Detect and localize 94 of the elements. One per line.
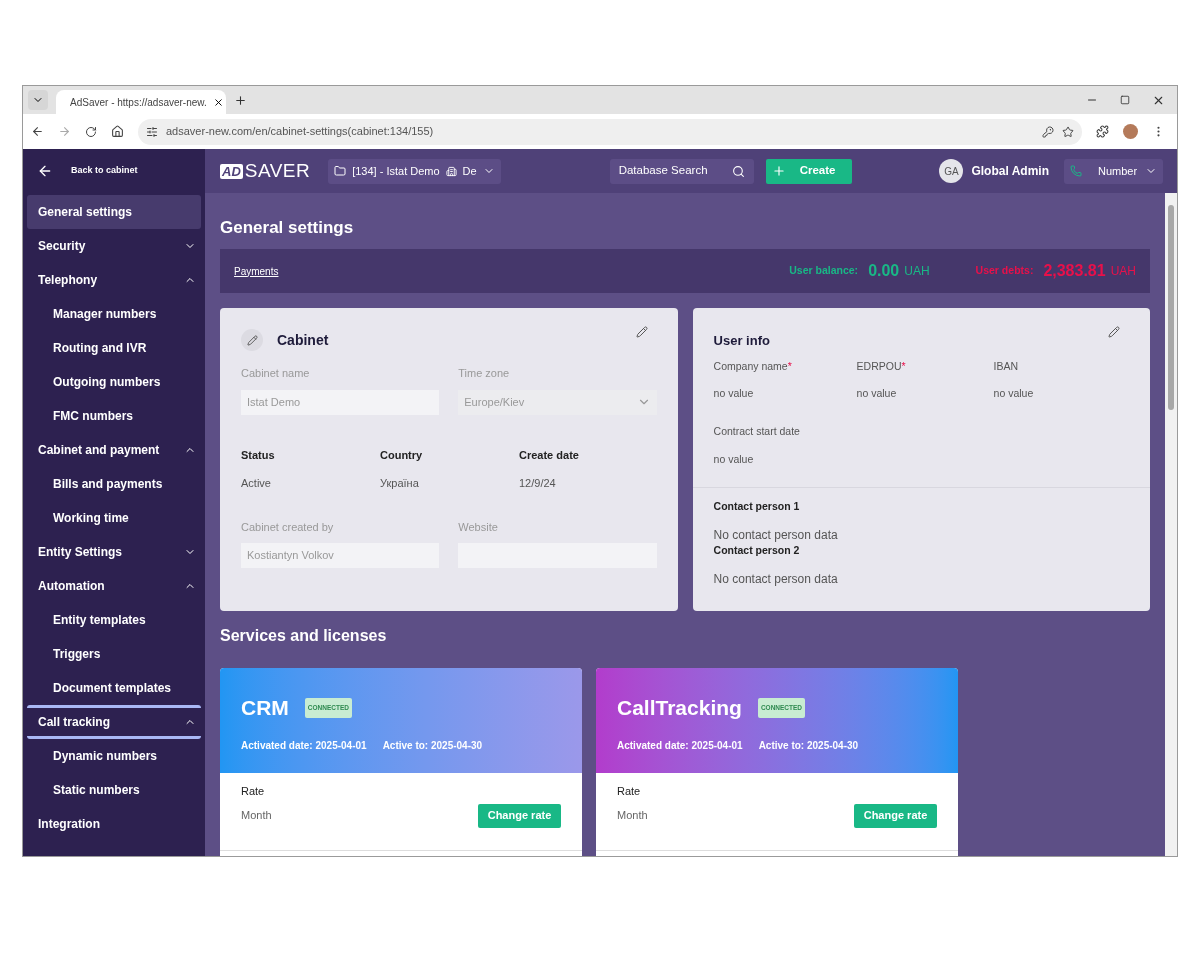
field-label: EDRPOU* [856,358,907,374]
rate-value: Month [241,808,272,824]
field-label: Time zone [458,366,511,381]
activated-date: Activated date: 2025-04-01 [241,738,367,753]
pencil-icon [241,329,263,351]
sidebar-subitem[interactable]: Bills and payments [23,467,205,501]
debts-value: 2,383.81 [1043,261,1106,281]
activated-date: Activated date: 2025-04-01 [617,738,743,753]
cabinet-selector[interactable]: [134] - Istat Demo De [328,158,501,184]
section-title: Services and licenses [220,626,388,646]
sidebar-item[interactable]: Cabinet and payment [27,433,201,467]
debts-label: User debts: [975,263,1034,279]
back-icon[interactable] [31,125,44,138]
page-title: General settings [220,217,355,239]
info-label: Create date [519,447,580,463]
site-settings-icon [146,125,158,138]
service-name: CRM [241,695,289,721]
debts-currency: UAH [1110,263,1136,280]
contact-text: No contact person data [713,572,839,587]
edit-icon[interactable] [635,326,648,338]
logo-text: SAVER [244,158,311,183]
rate-value: Month [617,808,648,824]
active-to-date: Active to: 2025-04-30 [758,738,859,753]
sidebar-subitem[interactable]: Outgoing numbers [23,365,205,399]
user-name[interactable]: Global Admin [971,162,1049,180]
balance-currency: UAH [904,263,930,280]
info-value: Active [241,476,272,491]
sidebar-item[interactable]: General settings [27,195,201,229]
contact-text: No contact person data [713,528,839,543]
sidebar-item[interactable]: Automation [27,569,201,603]
key-icon[interactable] [1042,125,1054,138]
plus-icon [771,164,786,178]
sidebar-subitem[interactable]: Manager numbers [23,297,205,331]
phone-icon [1070,165,1082,177]
info-label: Country [380,447,424,463]
active-to-date: Active to: 2025-04-30 [382,738,483,753]
extensions-icon[interactable] [1096,125,1109,138]
logo-mark: AD [220,163,243,179]
field-value: no value [713,386,755,402]
user-avatar[interactable]: GA [939,159,964,183]
info-value: Україна [380,476,420,491]
sidebar-subitem[interactable]: Entity templates [23,603,205,637]
new-tab-icon[interactable] [234,93,247,107]
rate-label: Rate [617,784,642,799]
sidebar-subitem[interactable]: Routing and IVR [23,331,205,365]
info-value: 12/9/24 [519,476,557,491]
browser-tab[interactable]: AdSaver - https://adsaver-new. [56,90,226,114]
field-label: Company name* [713,358,793,374]
field-label: Website [458,519,499,535]
field-label: Contract start date [713,424,801,439]
rate-label: Rate [241,784,266,799]
field-label: Cabinet created by [241,519,335,535]
sidebar-item[interactable]: Entity Settings [27,535,201,569]
field-value: no value [713,451,755,467]
balance-label: User balance: [789,263,859,279]
edit-icon[interactable] [1108,326,1120,338]
sidebar-item[interactable]: Telephony [27,263,201,297]
back-link[interactable]: Back to cabinet [71,164,138,178]
balance-value: 0.00 [868,261,900,281]
star-icon[interactable] [1062,125,1074,138]
maximize-icon[interactable] [1120,95,1130,105]
sidebar-subitem[interactable]: Triggers [23,637,205,671]
contact-title: Contact person 2 [713,543,801,558]
sidebar-subitem[interactable]: FMC numbers [23,399,205,433]
sidebar-item[interactable]: Call tracking [27,705,201,739]
search-icon [731,164,745,178]
home-icon[interactable] [111,125,124,138]
card-title: Cabinet [277,330,329,350]
info-label: Status [241,447,276,463]
service-name: CallTracking [617,695,742,721]
database-search-field[interactable]: Database Search [609,158,754,184]
field-value: no value [993,386,1035,402]
folder-icon [334,165,347,177]
sidebar-subitem[interactable]: Working time [23,501,205,535]
sidebar-subitem[interactable]: Dynamic numbers [23,739,205,773]
number-dropdown[interactable]: Number [1064,158,1163,184]
field-label: Cabinet name [241,366,311,381]
close-tab-icon[interactable] [212,96,224,108]
sidebar-subitem[interactable]: Static numbers [23,773,205,807]
sidebar-item[interactable]: Security [27,229,201,263]
sidebar-subitem[interactable]: Document templates [23,671,205,705]
contact-title: Contact person 1 [713,499,801,514]
profile-avatar[interactable] [1123,124,1138,139]
tab-list-button[interactable] [28,90,48,110]
scrollbar[interactable] [1165,193,1177,856]
field-value: no value [856,386,898,402]
reload-icon[interactable] [85,125,97,138]
building-icon [445,165,457,177]
payments-link[interactable]: Payments [234,263,279,279]
address-bar[interactable]: adsaver-new.com/en/cabinet-settings(cabinet:134/155) [138,118,1082,145]
sidebar-item[interactable]: Integration [27,807,201,841]
back-arrow-icon[interactable] [37,163,53,179]
field-label: IBAN [993,358,1020,374]
card-title: User info [713,332,770,350]
